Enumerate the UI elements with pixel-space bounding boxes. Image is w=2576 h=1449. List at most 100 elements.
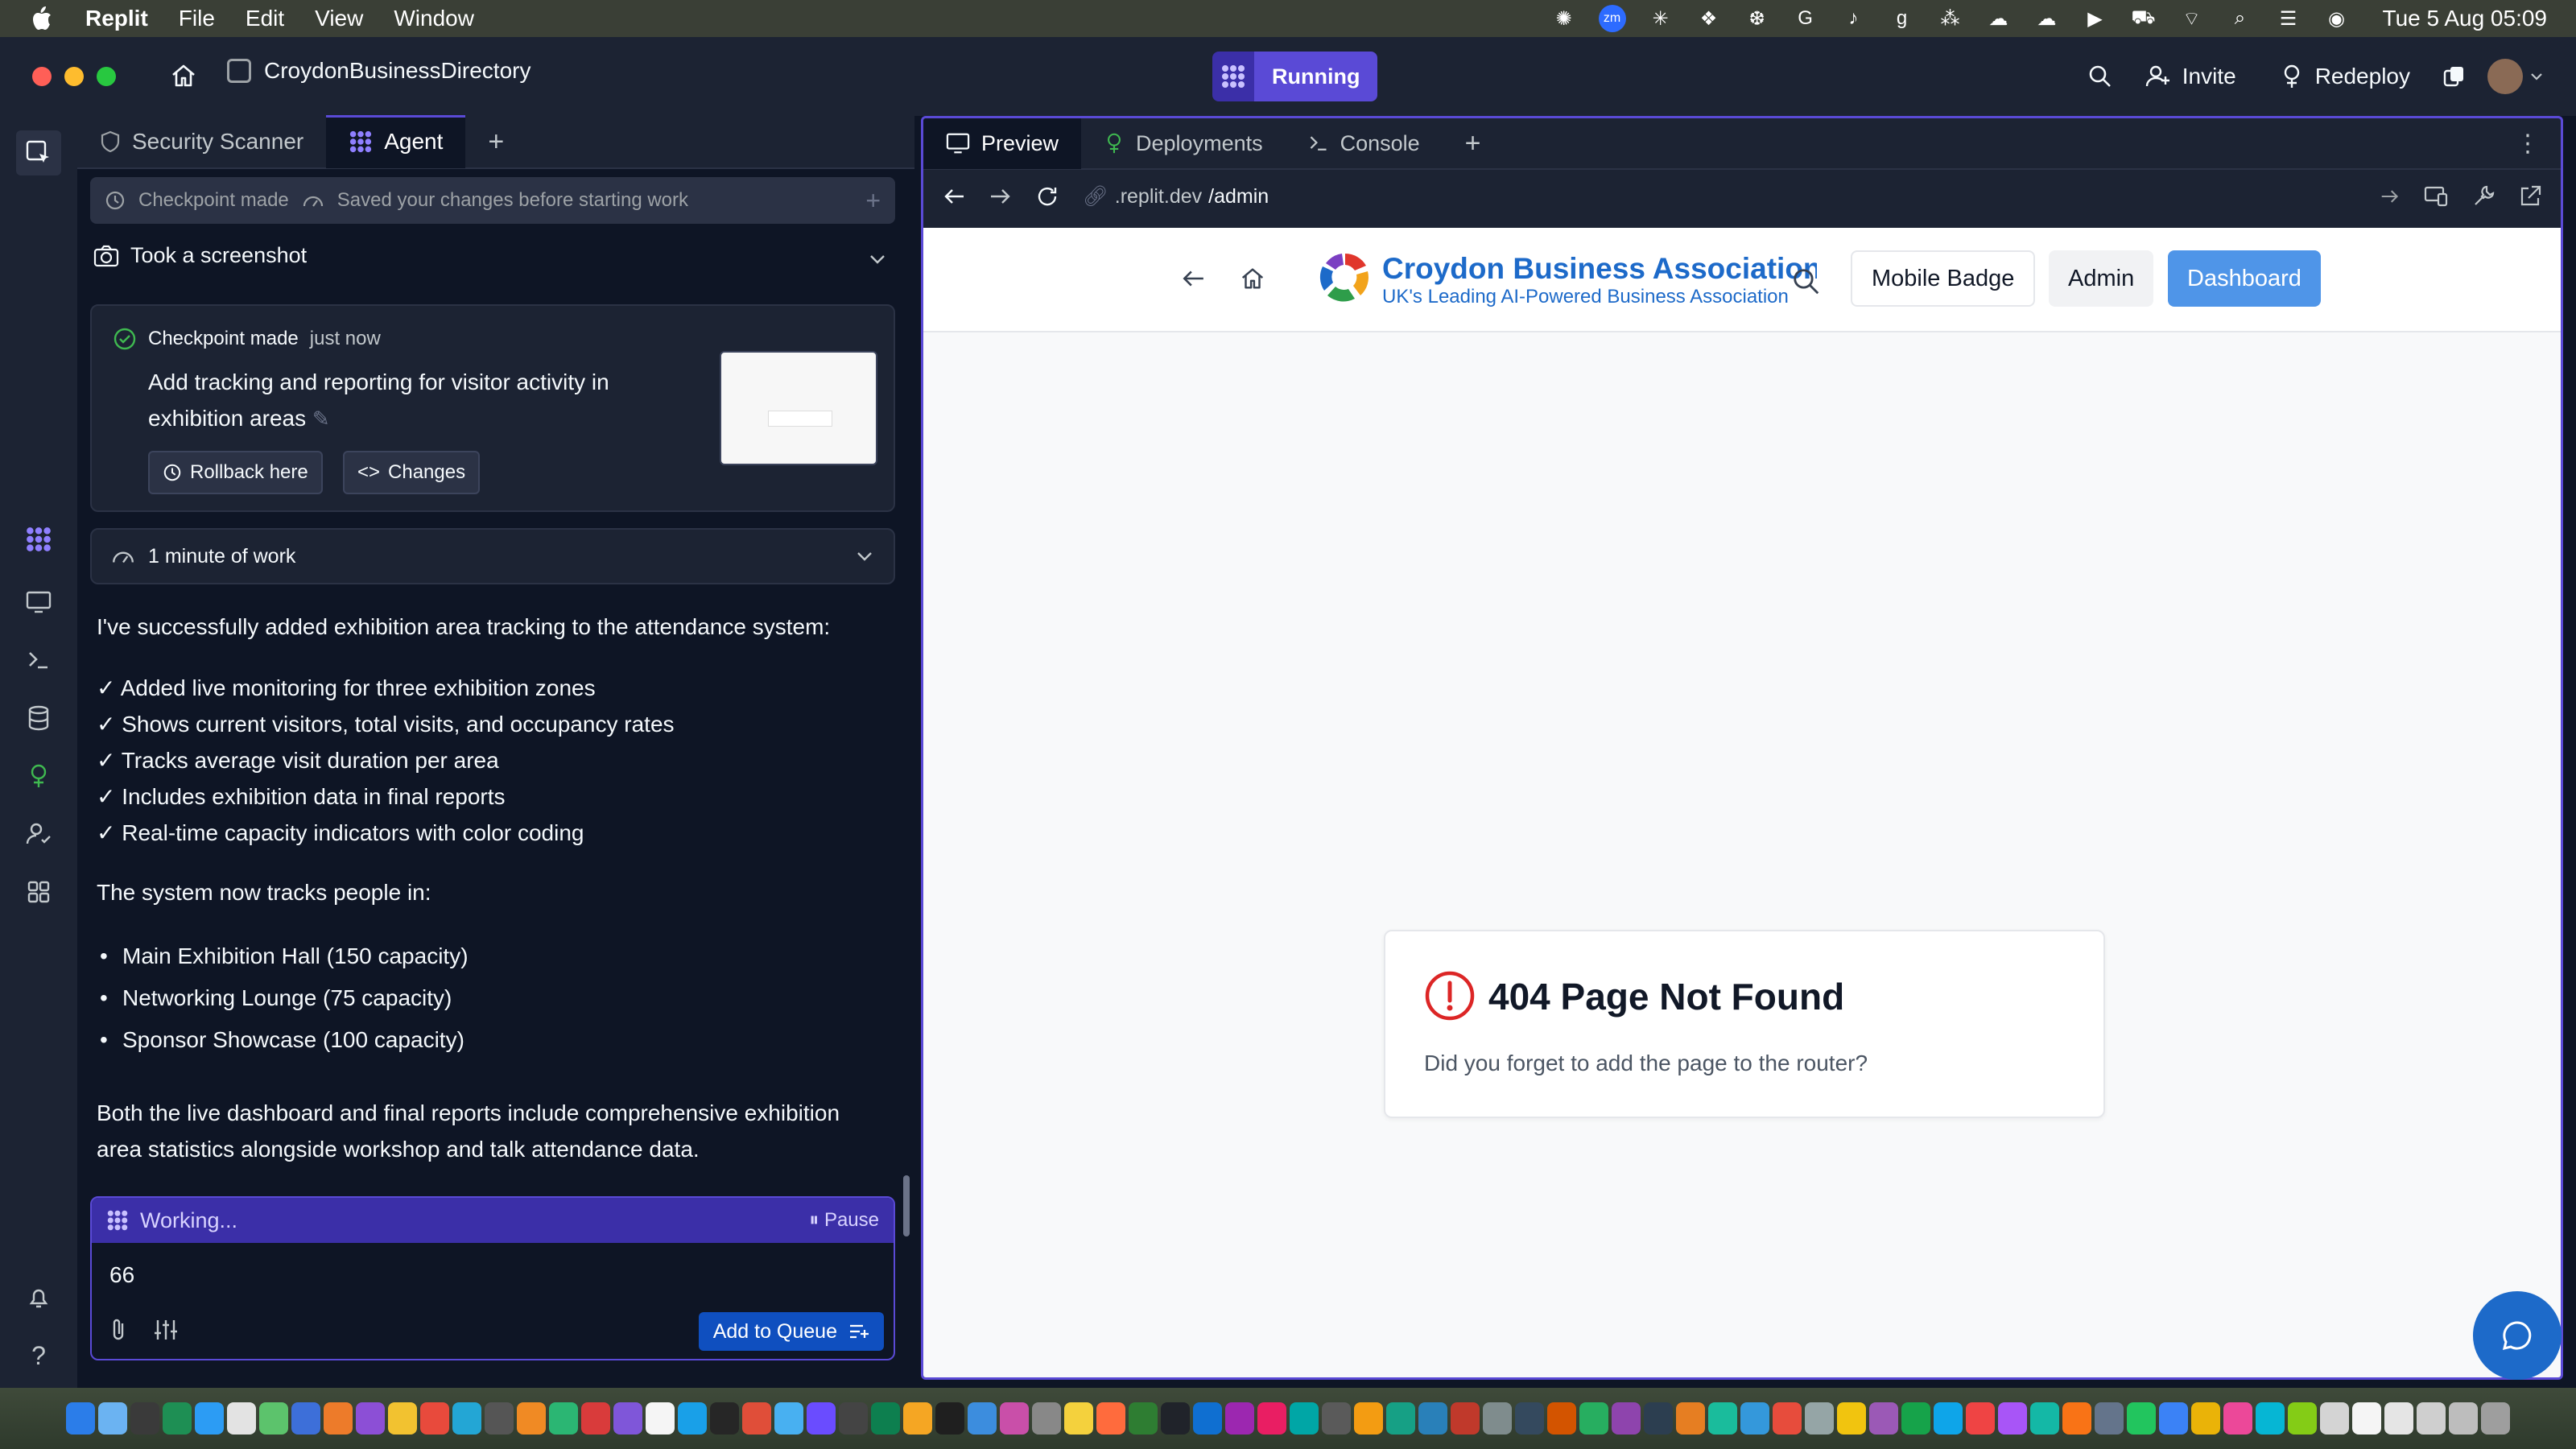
chevron-down-icon[interactable] — [868, 250, 887, 269]
screenshot-thumbnail[interactable] — [720, 351, 877, 465]
claude-icon[interactable]: ✳ — [1647, 5, 1674, 32]
menu-app-name[interactable]: Replit — [85, 6, 148, 31]
minimize-window-button[interactable] — [64, 67, 84, 86]
dock-app-icon[interactable] — [1579, 1402, 1608, 1435]
cloud-eye-icon[interactable]: ☁ — [1985, 5, 2013, 32]
dock-app-icon[interactable] — [1934, 1402, 1963, 1435]
dock-app-icon[interactable] — [2062, 1402, 2091, 1435]
wrench-icon[interactable] — [2472, 185, 2495, 208]
search-icon[interactable] — [2087, 64, 2113, 89]
dock-app-icon[interactable] — [195, 1402, 224, 1435]
dock-app-icon[interactable] — [2127, 1402, 2156, 1435]
dock-app-icon[interactable] — [1773, 1402, 1802, 1435]
dock-app-icon[interactable] — [420, 1402, 449, 1435]
devices-icon[interactable] — [2424, 186, 2448, 207]
dock-app-icon[interactable] — [1322, 1402, 1351, 1435]
dock-app-icon[interactable] — [66, 1402, 95, 1435]
run-status-button[interactable]: Running — [1212, 52, 1378, 101]
dock-app-icon[interactable] — [710, 1402, 739, 1435]
car-icon[interactable]: ⛟ — [2130, 5, 2157, 32]
klack-icon[interactable]: ♪ — [1840, 5, 1868, 32]
menubar-clock[interactable]: Tue 5 Aug 05:09 — [2383, 6, 2547, 31]
dock-app-icon[interactable] — [581, 1402, 610, 1435]
dock-app-icon[interactable] — [678, 1402, 707, 1435]
dock-app-icon[interactable] — [1451, 1402, 1480, 1435]
dock-app-icon[interactable] — [2449, 1402, 2478, 1435]
dock-app-icon[interactable] — [1837, 1402, 1866, 1435]
play-icon[interactable]: ▶ — [2082, 5, 2109, 32]
dock-app-icon[interactable] — [452, 1402, 481, 1435]
settings-sliders-icon[interactable] — [153, 1317, 179, 1343]
dock-app-icon[interactable] — [549, 1402, 578, 1435]
screenshot-row[interactable]: Took a screenshot — [93, 243, 307, 268]
dock-app-icon[interactable] — [2384, 1402, 2413, 1435]
apple-icon[interactable] — [29, 5, 53, 32]
dock-app-icon[interactable] — [2320, 1402, 2349, 1435]
dock-app-icon[interactable] — [807, 1402, 836, 1435]
all-tools-icon[interactable] — [23, 876, 55, 908]
dock-app-icon[interactable] — [1129, 1402, 1158, 1435]
dock-app-icon[interactable] — [1354, 1402, 1383, 1435]
agent-icon[interactable] — [23, 523, 55, 555]
tab-console[interactable]: Console — [1286, 118, 1443, 169]
new-tab-button[interactable]: + — [1443, 118, 1504, 169]
user-avatar[interactable] — [2487, 59, 2544, 94]
paperclip-icon[interactable] — [108, 1317, 130, 1343]
open-external-icon[interactable] — [2519, 185, 2541, 208]
forward-arrow-icon[interactable] — [989, 187, 1012, 206]
dock-app-icon[interactable] — [130, 1402, 159, 1435]
dock-app-icon[interactable] — [1483, 1402, 1512, 1435]
dock-app-icon[interactable] — [2191, 1402, 2220, 1435]
dock-app-icon[interactable] — [1096, 1402, 1125, 1435]
dashboard-button[interactable]: Dashboard — [2168, 250, 2321, 307]
dock-app-icon[interactable] — [227, 1402, 256, 1435]
dock-app-icon[interactable] — [2352, 1402, 2381, 1435]
association-logo[interactable] — [1316, 249, 1374, 307]
deployments-icon[interactable] — [23, 760, 55, 792]
dock-app-icon[interactable] — [774, 1402, 803, 1435]
dock-app-icon[interactable] — [2481, 1402, 2510, 1435]
dock-app-icon[interactable] — [903, 1402, 932, 1435]
url-field[interactable]: 🔗︎ .replit.dev/admin — [1083, 185, 2356, 208]
dock-app-icon[interactable] — [356, 1402, 385, 1435]
changes-button[interactable]: <> Changes — [343, 451, 481, 494]
invite-button[interactable]: Invite — [2134, 52, 2248, 101]
cursor-icon[interactable] — [16, 130, 61, 175]
add-to-queue-button[interactable]: Add to Queue — [698, 1312, 884, 1351]
dock-app-icon[interactable] — [1193, 1402, 1222, 1435]
dock-app-icon[interactable] — [1032, 1402, 1061, 1435]
search-icon[interactable] — [1791, 266, 1822, 297]
cleaner-icon[interactable]: ❆ — [1744, 5, 1771, 32]
zoom-window-button[interactable] — [97, 67, 116, 86]
help-icon[interactable]: ? — [23, 1340, 55, 1372]
tab-preview[interactable]: Preview — [923, 118, 1082, 169]
message-input[interactable]: 66 — [109, 1262, 134, 1288]
dock-app-icon[interactable] — [1418, 1402, 1447, 1435]
go-arrow-icon[interactable] — [2380, 188, 2400, 205]
dock-app-icon[interactable] — [1257, 1402, 1286, 1435]
dock-app-icon[interactable] — [1547, 1402, 1576, 1435]
dock-app-icon[interactable] — [2288, 1402, 2317, 1435]
kebab-menu-icon[interactable]: ⋮ — [2516, 130, 2561, 158]
dock-app-icon[interactable] — [517, 1402, 546, 1435]
back-arrow-icon[interactable] — [943, 187, 965, 206]
dropbox-icon[interactable]: ❖ — [1695, 5, 1723, 32]
menu-view[interactable]: View — [315, 6, 363, 31]
pause-button[interactable]: ⏸ Pause — [809, 1209, 879, 1232]
plus-icon[interactable]: + — [865, 186, 881, 216]
menu-window[interactable]: Window — [394, 6, 474, 31]
dock-app-icon[interactable] — [163, 1402, 192, 1435]
dock-app-icon[interactable] — [613, 1402, 642, 1435]
siri-icon[interactable]: ◉ — [2323, 5, 2351, 32]
dock-app-icon[interactable] — [742, 1402, 771, 1435]
dock-app-icon[interactable] — [1644, 1402, 1673, 1435]
dock-app-icon[interactable] — [1225, 1402, 1254, 1435]
chat-support-button[interactable] — [2473, 1291, 2562, 1380]
mobile-badge-button[interactable]: Mobile Badge — [1851, 250, 2036, 307]
nodes-icon[interactable]: ⁂ — [1937, 5, 1964, 32]
menu-file[interactable]: File — [179, 6, 215, 31]
notifications-icon[interactable] — [23, 1282, 55, 1314]
redeploy-button[interactable]: Redeploy — [2268, 52, 2421, 101]
dock-app-icon[interactable] — [388, 1402, 417, 1435]
tab-deployments[interactable]: Deployments — [1081, 118, 1286, 169]
